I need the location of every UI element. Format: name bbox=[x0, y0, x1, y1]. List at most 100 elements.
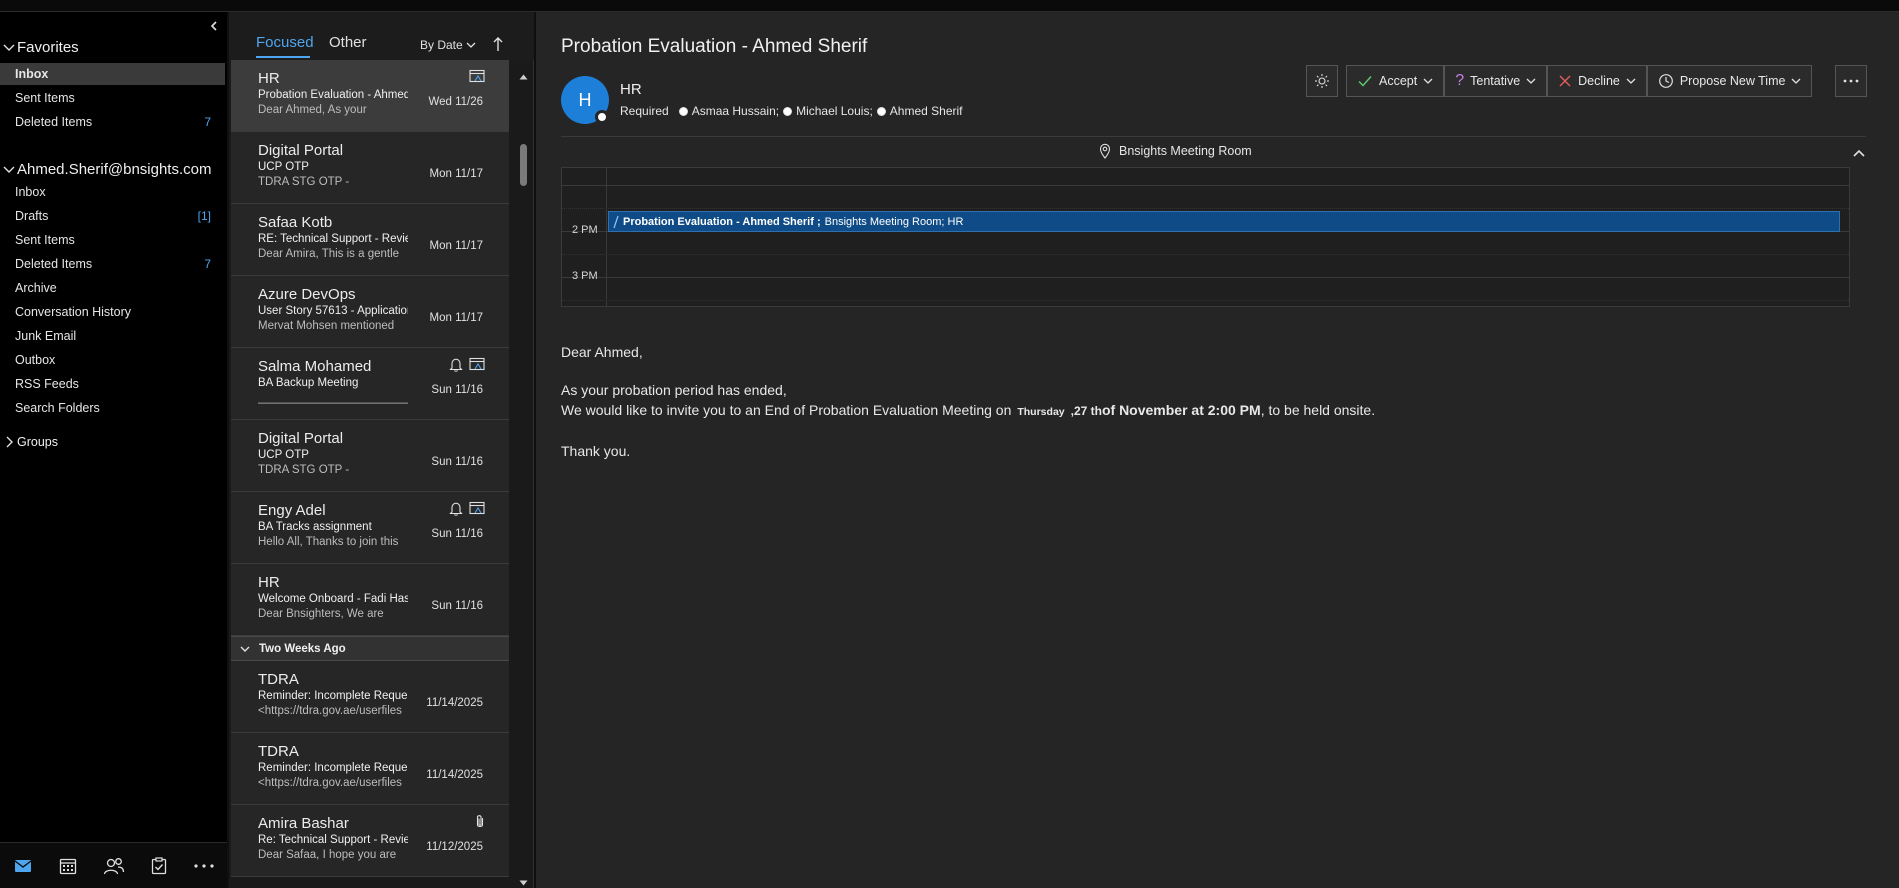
message-preview: Dear Ahmed, As your bbox=[258, 104, 367, 116]
message-list: Focused Other By Date HR Probation Evalu… bbox=[229, 12, 534, 888]
checkmark-icon bbox=[1358, 76, 1372, 87]
calendar-nav[interactable] bbox=[45, 843, 90, 888]
message-date: Mon 11/17 bbox=[429, 240, 484, 252]
folder-label: Inbox bbox=[15, 185, 46, 199]
scroll-thumb[interactable] bbox=[520, 144, 527, 186]
message-item[interactable]: Digital Portal UCP OTP TDRA STG OTP - Mo… bbox=[231, 132, 509, 204]
favorites-title: Favorites bbox=[17, 38, 79, 56]
folder-label: Archive bbox=[15, 281, 57, 295]
body-thanks: Thank you. bbox=[561, 443, 631, 459]
tentative-button[interactable]: ? Tentative bbox=[1444, 65, 1548, 97]
required-attendees: Required Asmaa Hussain; Michael Louis; A… bbox=[620, 104, 963, 118]
calendar-icon bbox=[59, 858, 77, 874]
collapse-pane-icon[interactable] bbox=[207, 18, 221, 34]
folder-deleted-items[interactable]: Deleted Items 7 bbox=[0, 253, 225, 275]
message-preview: <https://tdra.gov.ae/userfiles bbox=[258, 777, 402, 789]
calendar-event[interactable]: Probation Evaluation - Ahmed Sherif ; Bn… bbox=[608, 211, 1840, 232]
message-sender: HR bbox=[258, 574, 280, 591]
module-nav bbox=[0, 842, 227, 888]
message-preview: <https://tdra.gov.ae/userfiles bbox=[258, 705, 402, 717]
list-scrollbar[interactable] bbox=[516, 60, 530, 888]
folder-drafts[interactable]: Drafts [1] bbox=[0, 205, 225, 227]
message-item[interactable]: TDRA Reminder: Incomplete Request <https… bbox=[231, 733, 509, 805]
message-sender: Safaa Kotb bbox=[258, 214, 333, 231]
chevron-down-icon bbox=[1626, 78, 1636, 84]
tentative-label: Tentative bbox=[1470, 74, 1521, 88]
sort-direction-icon[interactable] bbox=[491, 35, 505, 53]
body-time: of November at 2:00 PM bbox=[1101, 402, 1261, 418]
folder-outbox[interactable]: Outbox bbox=[0, 349, 225, 371]
calendar-gridline bbox=[562, 277, 1849, 278]
fav-deleted-items[interactable]: Deleted Items 7 bbox=[0, 111, 225, 133]
chevron-down-icon bbox=[466, 42, 476, 48]
account-title: Ahmed.Sherif@bnsights.com bbox=[17, 160, 212, 178]
more-actions-button[interactable] bbox=[1835, 65, 1867, 97]
message-sender: TDRA bbox=[258, 743, 299, 760]
folder-label: Deleted Items bbox=[15, 115, 93, 129]
time-gutter bbox=[562, 168, 607, 306]
accept-button[interactable]: Accept bbox=[1346, 65, 1445, 97]
folder-inbox[interactable]: Inbox bbox=[0, 181, 225, 203]
people-nav[interactable] bbox=[91, 843, 136, 888]
message-item[interactable]: Safaa Kotb RE: Technical Support - Revie… bbox=[231, 204, 509, 276]
required-label: Required bbox=[620, 104, 669, 118]
sort-by-dropdown[interactable]: By Date bbox=[420, 38, 476, 52]
message-item[interactable]: Azure DevOps User Story 57613 - Applicat… bbox=[231, 276, 509, 348]
tab-focused[interactable]: Focused bbox=[256, 34, 314, 51]
sender-name[interactable]: HR bbox=[620, 81, 642, 98]
brightness-button[interactable] bbox=[1306, 65, 1338, 97]
group-label: Two Weeks Ago bbox=[259, 642, 346, 655]
location-pin-icon bbox=[1099, 143, 1111, 159]
people-icon bbox=[103, 857, 124, 874]
more-apps-nav[interactable] bbox=[182, 843, 227, 888]
scroll-down-icon[interactable] bbox=[519, 880, 528, 886]
header-divider bbox=[561, 136, 1866, 137]
calendar-gridline bbox=[562, 254, 1849, 255]
chevron-up-icon[interactable] bbox=[1852, 147, 1866, 161]
message-date: Sun 11/16 bbox=[431, 456, 483, 468]
groups-header[interactable]: Groups bbox=[0, 431, 58, 453]
message-item[interactable]: HR Welcome Onboard - Fadi Hassan Dear Bn… bbox=[231, 564, 509, 636]
message-item[interactable]: Amira Bashar Re: Technical Support - Rev… bbox=[231, 805, 509, 877]
message-subject: UCP OTP bbox=[258, 449, 309, 461]
chevron-down-icon bbox=[1423, 78, 1433, 84]
propose-new-time-button[interactable]: Propose New Time bbox=[1646, 65, 1813, 97]
fav-sent-items[interactable]: Sent Items bbox=[0, 87, 225, 109]
tasks-nav[interactable] bbox=[136, 843, 181, 888]
sun-icon bbox=[1315, 74, 1329, 88]
folder-conversation-history[interactable]: Conversation History bbox=[0, 301, 225, 323]
message-item[interactable]: Salma Mohamed BA Backup Meeting ________… bbox=[231, 348, 509, 420]
folder-archive[interactable]: Archive bbox=[0, 277, 225, 299]
message-subject: Re: Technical Support - Review bbox=[258, 834, 408, 846]
message-item[interactable]: Engy Adel BA Tracks assignment Hello All… bbox=[231, 492, 509, 564]
scroll-up-icon[interactable] bbox=[519, 74, 528, 80]
presence-dot bbox=[876, 106, 886, 116]
folder-junk-email[interactable]: Junk Email bbox=[0, 325, 225, 347]
fav-inbox[interactable]: Inbox bbox=[0, 63, 225, 85]
groups-title: Groups bbox=[17, 435, 58, 449]
meeting-location: Bnsights Meeting Room bbox=[1099, 143, 1252, 159]
folder-search-folders[interactable]: Search Folders bbox=[0, 397, 225, 419]
decline-button[interactable]: Decline bbox=[1547, 65, 1647, 97]
message-item[interactable]: TDRA Reminder: Incomplete Request <https… bbox=[231, 661, 509, 733]
message-item[interactable]: HR Probation Evaluation - Ahmed Sherif D… bbox=[231, 60, 509, 132]
message-date: 11/12/2025 bbox=[426, 841, 483, 853]
folder-rss-feeds[interactable]: RSS Feeds bbox=[0, 373, 225, 395]
folder-label: Outbox bbox=[15, 353, 56, 367]
mail-nav[interactable] bbox=[0, 843, 45, 888]
group-header-two-weeks-ago[interactable]: Two Weeks Ago bbox=[231, 636, 509, 661]
event-title: Probation Evaluation - Ahmed Sherif ; bbox=[623, 215, 821, 228]
account-header[interactable]: Ahmed.Sherif@bnsights.com bbox=[0, 158, 211, 180]
message-sender: Digital Portal bbox=[258, 142, 344, 159]
attendee[interactable]: Asmaa Hussain; bbox=[678, 104, 779, 118]
attendee[interactable]: Michael Louis; bbox=[783, 104, 873, 118]
body-date: ,27 th bbox=[1070, 404, 1102, 418]
body-line-1: As your probation period has ended, bbox=[561, 382, 787, 398]
body-day: Thursday bbox=[1017, 406, 1065, 418]
favorites-header[interactable]: Favorites bbox=[0, 36, 79, 58]
attendee[interactable]: Ahmed Sherif bbox=[876, 104, 963, 118]
accept-label: Accept bbox=[1379, 74, 1418, 88]
tab-other[interactable]: Other bbox=[329, 34, 367, 51]
message-item[interactable]: Digital Portal UCP OTP TDRA STG OTP - Su… bbox=[231, 420, 509, 492]
folder-sent-items[interactable]: Sent Items bbox=[0, 229, 225, 251]
